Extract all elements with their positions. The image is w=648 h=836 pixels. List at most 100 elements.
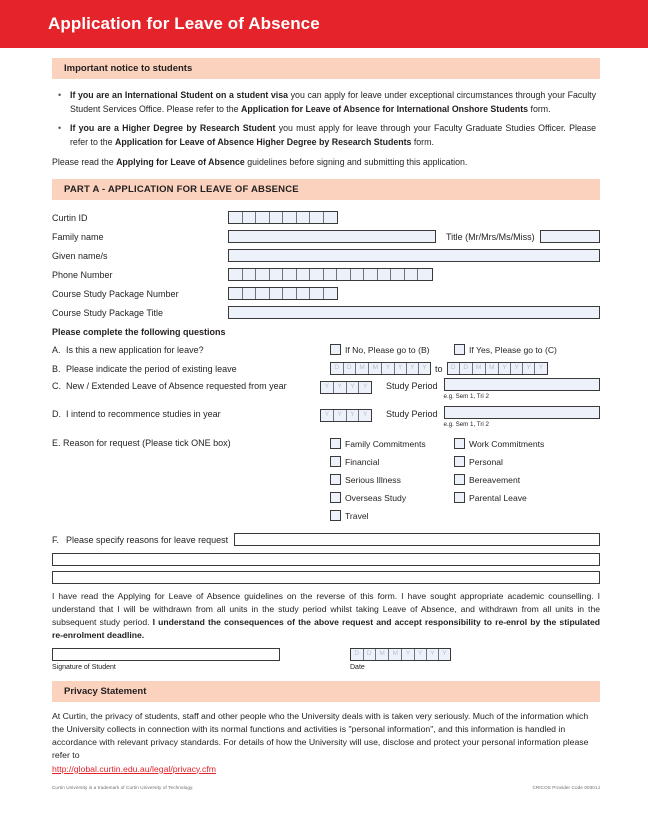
question-c-study-period-input[interactable]	[443, 378, 600, 392]
comb-cell[interactable]	[418, 269, 432, 280]
reason-option[interactable]: Bereavement	[454, 474, 600, 486]
comb-cell[interactable]	[270, 269, 283, 281]
comb-cell[interactable]: Y	[321, 382, 334, 394]
signature-date-input[interactable]: DDMMYYYY	[350, 647, 451, 661]
comb-cell[interactable]: Y	[347, 410, 360, 422]
checkbox-yes-icon[interactable]	[454, 344, 465, 356]
comb-cell[interactable]	[229, 288, 243, 300]
comb-cell[interactable]	[243, 212, 256, 224]
comb-cell[interactable]: Y	[511, 363, 524, 375]
course-package-number-input[interactable]	[228, 287, 338, 301]
requested-from-year-input[interactable]: YYYY	[320, 381, 372, 395]
comb-cell[interactable]	[229, 269, 243, 281]
reason-option[interactable]: Family Commitments	[330, 438, 454, 450]
phone-number-input[interactable]	[228, 268, 433, 282]
existing-leave-from-date-input[interactable]: DDMMYYYY	[330, 362, 431, 376]
checkbox-icon[interactable]	[330, 438, 341, 450]
comb-cell[interactable]	[310, 288, 324, 300]
checkbox-no-icon[interactable]	[330, 344, 341, 356]
comb-cell[interactable]: D	[331, 363, 344, 375]
comb-cell[interactable]: M	[473, 363, 486, 375]
comb-cell[interactable]: Y	[395, 363, 407, 375]
comb-cell[interactable]: Y	[419, 363, 430, 374]
question-d-study-period-input[interactable]	[443, 406, 600, 420]
reasons-text-input-line-2[interactable]	[52, 553, 600, 567]
reasons-text-input-line-1[interactable]	[234, 533, 600, 547]
comb-cell[interactable]	[243, 288, 256, 300]
signature-input[interactable]	[52, 647, 280, 661]
comb-cell[interactable]: Y	[359, 382, 371, 393]
comb-cell[interactable]: Y	[535, 363, 546, 374]
comb-cell[interactable]: Y	[321, 410, 334, 422]
comb-cell[interactable]: D	[351, 648, 364, 660]
question-a-option-yes[interactable]: If Yes, Please go to (C)	[454, 344, 557, 356]
family-name-input[interactable]	[228, 230, 436, 244]
comb-cell[interactable]: Y	[415, 648, 427, 660]
comb-cell[interactable]: M	[356, 363, 370, 375]
reason-option[interactable]: Financial	[330, 456, 454, 468]
comb-cell[interactable]: D	[344, 363, 356, 375]
comb-cell[interactable]	[297, 269, 310, 281]
comb-cell[interactable]: Y	[427, 648, 439, 660]
course-package-title-input[interactable]	[228, 306, 600, 320]
privacy-policy-link[interactable]: http://global.curtin.edu.au/legal/privac…	[52, 764, 216, 774]
comb-cell[interactable]: Y	[347, 382, 360, 394]
comb-cell[interactable]	[310, 269, 324, 281]
comb-cell[interactable]	[283, 212, 297, 224]
comb-cell[interactable]	[270, 288, 283, 300]
comb-cell[interactable]: D	[364, 648, 376, 660]
recommence-year-input[interactable]: YYYY	[320, 409, 372, 423]
reason-option[interactable]: Overseas Study	[330, 492, 454, 504]
comb-cell[interactable]: Y	[499, 363, 512, 375]
comb-cell[interactable]	[310, 212, 324, 224]
comb-cell[interactable]	[378, 269, 391, 281]
comb-cell[interactable]	[256, 269, 270, 281]
comb-cell[interactable]: Y	[334, 410, 347, 422]
comb-cell[interactable]	[297, 212, 310, 224]
comb-cell[interactable]: Y	[439, 649, 450, 660]
comb-cell[interactable]	[364, 269, 378, 281]
comb-cell[interactable]: Y	[523, 363, 536, 375]
comb-cell[interactable]: M	[389, 648, 403, 660]
comb-cell[interactable]	[229, 212, 243, 224]
comb-cell[interactable]: Y	[382, 363, 395, 375]
comb-cell[interactable]: M	[369, 363, 383, 375]
comb-cell[interactable]: D	[460, 363, 473, 375]
curtin-id-input[interactable]	[228, 211, 338, 225]
comb-cell[interactable]	[243, 269, 256, 281]
checkbox-icon[interactable]	[330, 492, 341, 504]
reason-option[interactable]: Serious Illness	[330, 474, 454, 486]
comb-cell[interactable]	[283, 288, 297, 300]
reason-option[interactable]: Personal	[454, 456, 600, 468]
comb-cell[interactable]: Y	[334, 382, 347, 394]
title-input[interactable]	[539, 230, 600, 244]
checkbox-icon[interactable]	[330, 456, 341, 468]
comb-cell[interactable]	[283, 269, 297, 281]
reason-option[interactable]: Parental Leave	[454, 492, 600, 504]
question-a-option-no[interactable]: If No, Please go to (B)	[330, 344, 454, 356]
comb-cell[interactable]	[256, 212, 270, 224]
comb-cell[interactable]	[324, 269, 337, 281]
reason-option[interactable]: Work Commitments	[454, 438, 600, 450]
comb-cell[interactable]: M	[376, 648, 390, 660]
checkbox-icon[interactable]	[454, 438, 465, 450]
comb-cell[interactable]	[297, 288, 310, 300]
comb-cell[interactable]	[391, 269, 405, 281]
checkbox-icon[interactable]	[454, 492, 465, 504]
comb-cell[interactable]: Y	[407, 363, 419, 375]
comb-cell[interactable]: Y	[359, 410, 371, 421]
reasons-text-input-line-3[interactable]	[52, 571, 600, 585]
checkbox-icon[interactable]	[454, 474, 465, 486]
given-names-input[interactable]	[228, 249, 600, 263]
comb-cell[interactable]	[256, 288, 270, 300]
comb-cell[interactable]	[351, 269, 364, 281]
comb-cell[interactable]: M	[486, 363, 499, 375]
checkbox-icon[interactable]	[454, 456, 465, 468]
comb-cell[interactable]	[324, 288, 338, 299]
comb-cell[interactable]: D	[448, 363, 461, 375]
checkbox-icon[interactable]	[330, 510, 341, 522]
comb-cell[interactable]	[270, 212, 283, 224]
comb-cell[interactable]	[324, 212, 338, 223]
comb-cell[interactable]	[337, 269, 351, 281]
existing-leave-to-date-input[interactable]: DDMMYYYY	[446, 362, 548, 376]
